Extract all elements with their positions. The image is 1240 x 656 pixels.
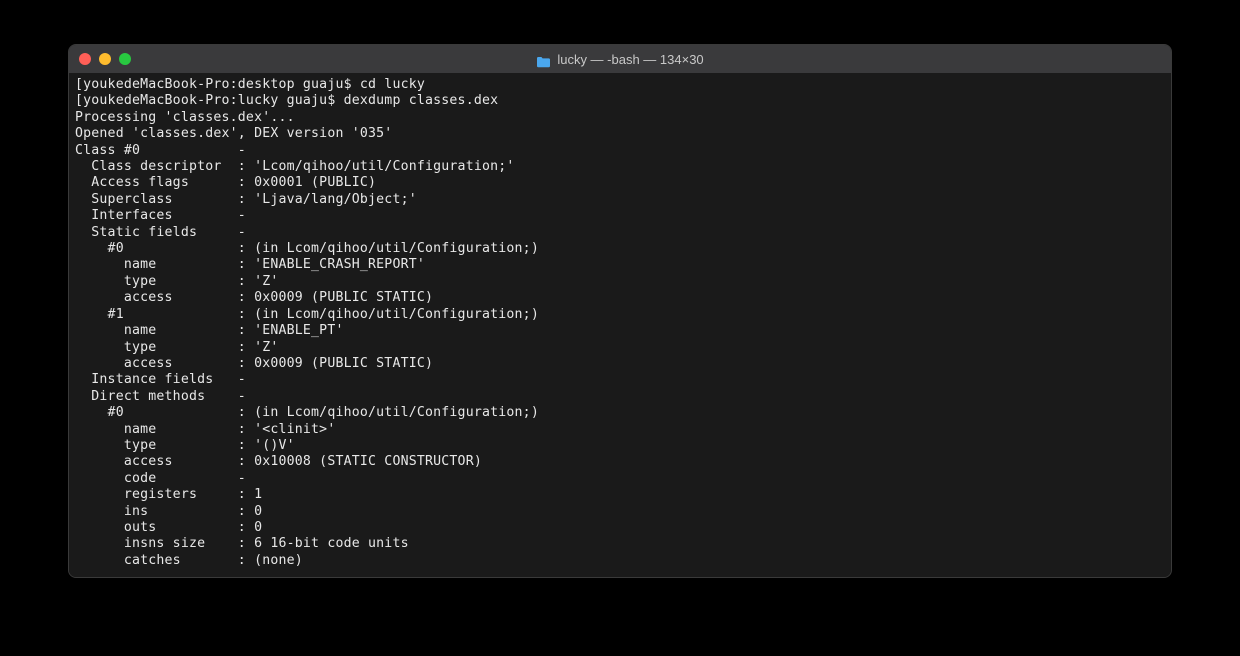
traffic-lights xyxy=(79,53,131,65)
terminal-window: lucky — -bash — 134×30 [youkedeMacBook-P… xyxy=(68,44,1172,578)
title-center: lucky — -bash — 134×30 xyxy=(69,52,1171,67)
title-bar[interactable]: lucky — -bash — 134×30 xyxy=(69,45,1171,73)
folder-icon xyxy=(536,53,551,65)
minimize-icon[interactable] xyxy=(99,53,111,65)
maximize-icon[interactable] xyxy=(119,53,131,65)
window-title: lucky — -bash — 134×30 xyxy=(557,52,703,67)
terminal-output[interactable]: [youkedeMacBook-Pro:desktop guaju$ cd lu… xyxy=(69,73,1171,577)
close-icon[interactable] xyxy=(79,53,91,65)
